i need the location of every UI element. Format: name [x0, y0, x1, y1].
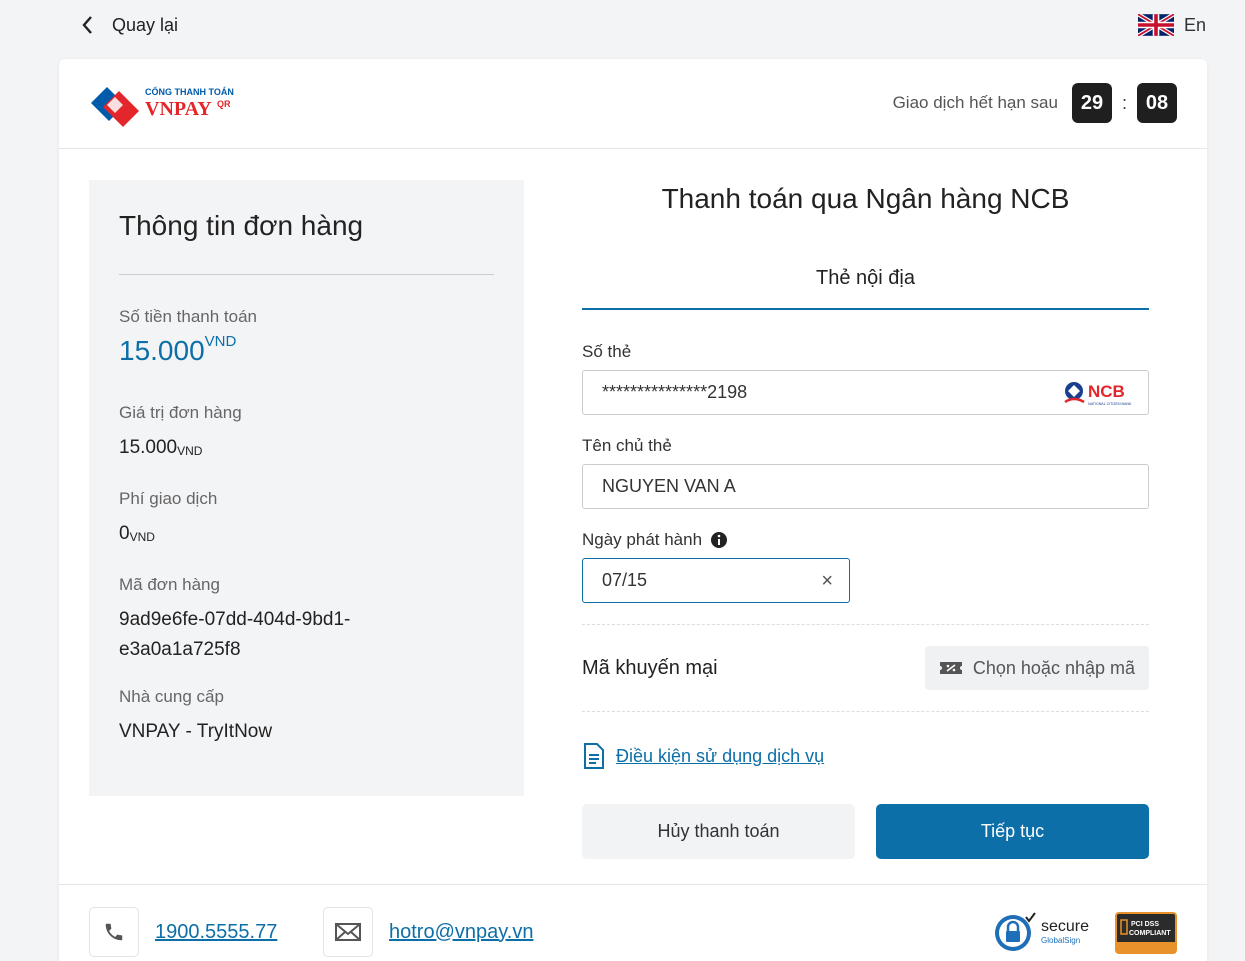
fee-value: 0VND — [119, 523, 155, 544]
order-id-value: 9ad9e6fe-07dd-404d-9bd1- e3a0a1a725f8 — [119, 609, 351, 660]
order-id-label: Mã đơn hàng — [119, 575, 220, 594]
card-number-field[interactable]: ***************2198 NCB NATIONAL CITIZEN… — [582, 370, 1149, 415]
cancel-button[interactable]: Hủy thanh toán — [582, 804, 855, 859]
order-value-label: Giá trị đơn hàng — [119, 403, 242, 422]
svg-text:NATIONAL CITIZEN BANK: NATIONAL CITIZEN BANK — [1088, 402, 1132, 406]
svg-text:NCB: NCB — [1088, 382, 1125, 401]
order-info-title: Thông tin đơn hàng — [119, 210, 494, 275]
provider-value: VNPAY - TryItNow — [119, 721, 273, 742]
issue-date-label: Ngày phát hành — [582, 530, 1149, 550]
email-contact: hotro@vnpay.vn — [323, 907, 533, 957]
footer: 1900.5555.77 hotro@vnpay.vn secure Globa… — [59, 884, 1207, 961]
tab-domestic-card[interactable]: Thẻ nội địa — [582, 267, 1149, 310]
timer-separator: : — [1121, 92, 1127, 113]
close-icon[interactable]: × — [821, 570, 833, 593]
svg-text:CỔNG THANH TOÁN: CỔNG THANH TOÁN — [145, 86, 234, 97]
svg-text:PCI DSS: PCI DSS — [1131, 921, 1159, 928]
timer-seconds: 08 — [1137, 83, 1177, 123]
expire-label: Giao dịch hết hạn sau — [892, 93, 1058, 112]
card-number-label: Số thẻ — [582, 342, 632, 361]
continue-button[interactable]: Tiếp tục — [876, 804, 1149, 859]
mail-icon — [323, 907, 373, 957]
tab-domestic-card-label: Thẻ nội địa — [816, 267, 915, 289]
divider — [582, 711, 1149, 712]
pci-dss-badge: PCI DSS COMPLIANT — [1115, 912, 1177, 954]
card-header: CỔNG THANH TOÁN VNPAY QR Giao dịch hết h… — [59, 59, 1207, 149]
globalsign-secure-badge: secure GlobalSign — [995, 912, 1089, 951]
holder-name-field[interactable]: NGUYEN VAN A — [582, 464, 1149, 509]
payment-title: Thanh toán qua Ngân hàng NCB — [661, 183, 1070, 214]
chevron-left-icon — [82, 16, 92, 34]
ncb-logo: NCB NATIONAL CITIZEN BANK — [1062, 378, 1144, 413]
vnpay-logo: CỔNG THANH TOÁN VNPAY QR — [89, 81, 239, 132]
promo-row: Mã khuyến mại Chọn hoặc nhập mã — [582, 625, 1149, 711]
svg-text:GlobalSign: GlobalSign — [1041, 936, 1080, 945]
amount-value: 15.000VND — [119, 333, 237, 366]
phone-contact: 1900.5555.77 — [89, 907, 277, 957]
language-label: En — [1184, 14, 1207, 35]
info-icon[interactable] — [710, 531, 728, 549]
svg-text:COMPLIANT: COMPLIANT — [1129, 930, 1171, 937]
fee-label: Phí giao dịch — [119, 489, 218, 508]
uk-flag-icon — [1138, 14, 1174, 36]
order-value: 15.000VND — [119, 437, 203, 458]
order-info-panel: Thông tin đơn hàng Số tiền thanh toán 15… — [89, 180, 524, 796]
issue-date-field[interactable]: 07/15 × — [582, 558, 850, 603]
phone-link[interactable]: 1900.5555.77 — [155, 921, 277, 944]
payment-form: Thanh toán qua Ngân hàng NCB Thẻ nội địa… — [582, 180, 1149, 859]
action-buttons: Hủy thanh toán Tiếp tục — [582, 804, 1149, 859]
terms-row: Điều kiện sử dụng dịch vụ — [582, 742, 1149, 770]
timer-minutes: 29 — [1071, 83, 1112, 123]
phone-icon — [89, 907, 139, 957]
security-badges: secure GlobalSign PCI DSS COMPLIANT — [993, 911, 1177, 955]
email-link[interactable]: hotro@vnpay.vn — [389, 921, 533, 944]
svg-text:secure: secure — [1041, 918, 1089, 935]
back-button[interactable]: Quay lại — [78, 12, 178, 38]
promo-label: Mã khuyến mại — [582, 656, 718, 679]
provider-label: Nhà cung cấp — [119, 687, 224, 706]
amount-label: Số tiền thanh toán — [119, 307, 258, 326]
payment-card: CỔNG THANH TOÁN VNPAY QR Giao dịch hết h… — [59, 59, 1207, 961]
promo-code-button[interactable]: Chọn hoặc nhập mã — [924, 646, 1149, 690]
svg-text:QR: QR — [217, 99, 231, 109]
language-switch[interactable]: En — [1138, 14, 1206, 36]
terms-link[interactable]: Điều kiện sử dụng dịch vụ — [616, 746, 824, 767]
expire-timer: Giao dịch hết hạn sau 29 : 08 — [893, 83, 1177, 123]
back-label: Quay lại — [112, 14, 179, 35]
top-bar: Quay lại En — [0, 0, 1245, 55]
document-icon — [584, 743, 604, 769]
holder-label: Tên chủ thẻ — [582, 436, 672, 455]
ticket-icon — [939, 662, 962, 674]
svg-text:VNPAY: VNPAY — [145, 98, 212, 120]
